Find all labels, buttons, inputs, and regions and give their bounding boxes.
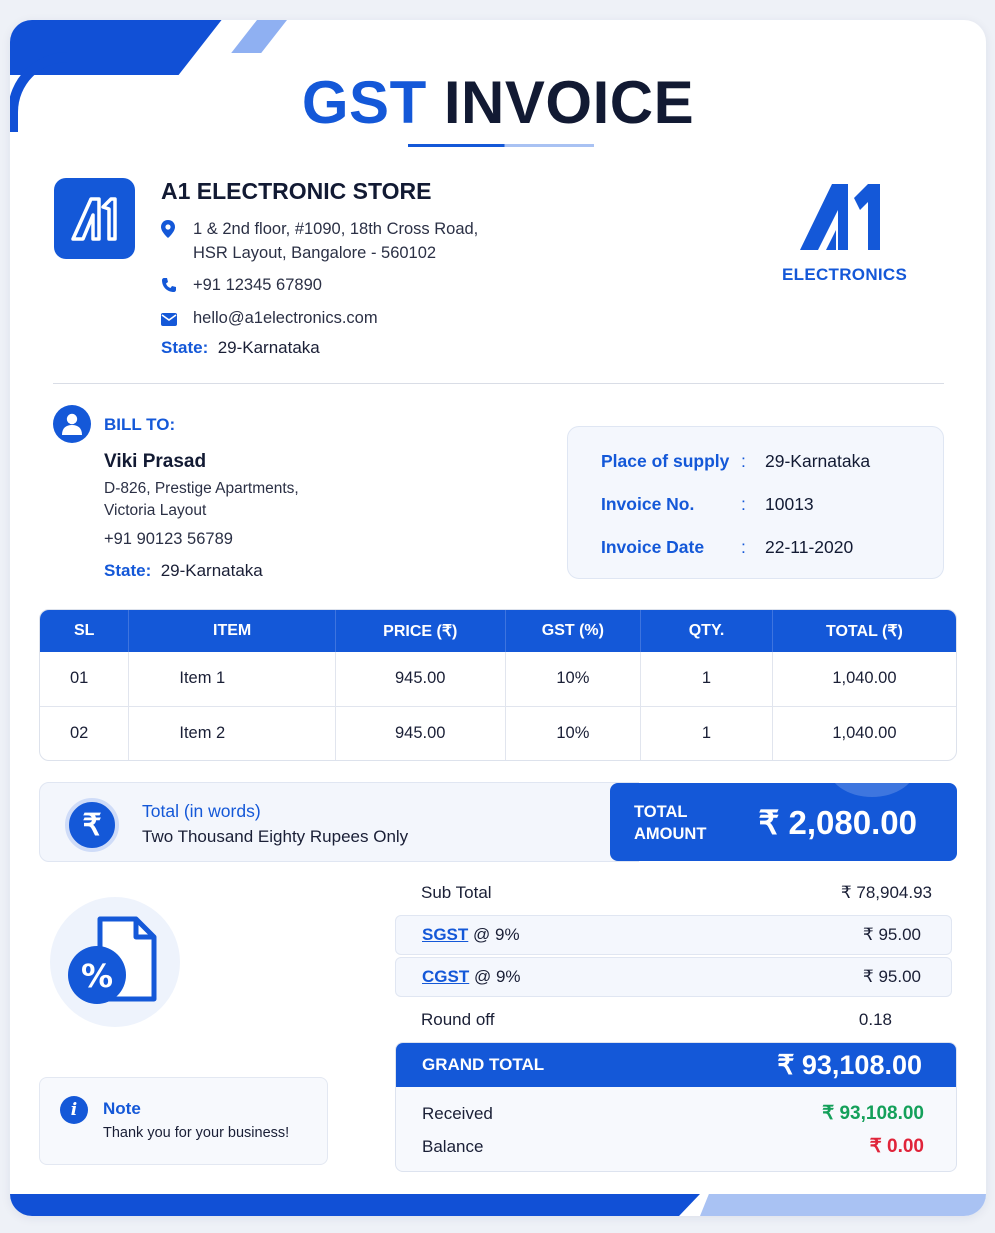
table-row: 02 Item 2 945.00 10% 1 1,040.00 xyxy=(40,705,956,760)
svg-text:%: % xyxy=(81,957,113,995)
cell-gst: 10% xyxy=(505,652,642,706)
customer-state: State: 29-Karnataka xyxy=(104,561,263,580)
cell-qty: 1 xyxy=(640,705,773,760)
total-amount-label: TOTAL AMOUNT xyxy=(634,803,707,843)
header-gst: GST (%) xyxy=(505,610,642,652)
cell-item: Item 1 xyxy=(128,652,336,706)
tax-document-icon: % xyxy=(50,897,180,1027)
cell-item: Item 2 xyxy=(128,705,336,760)
phone-icon xyxy=(161,273,193,300)
footer-decoration-light xyxy=(700,1194,986,1216)
grand-total-header: GRAND TOTAL ₹ 93,108.00 xyxy=(396,1043,956,1087)
words-value: Two Thousand Eighty Rupees Only xyxy=(142,827,409,846)
mail-icon xyxy=(161,306,193,333)
header-qty: QTY. xyxy=(640,610,773,652)
rupee-icon: ₹ xyxy=(65,798,119,852)
info-icon: i xyxy=(60,1096,88,1124)
title-underline xyxy=(408,144,594,147)
company-email: hello@a1electronics.com xyxy=(161,306,378,333)
roundoff-row: Round off 0.18 xyxy=(421,1010,892,1029)
company-logo xyxy=(54,178,135,259)
sgst-row: SGST @ 9% ₹ 95.00 xyxy=(395,915,952,955)
words-label: Total (in words) xyxy=(142,801,261,821)
header-price: PRICE (₹) xyxy=(335,610,506,652)
cell-price: 945.00 xyxy=(335,705,506,760)
items-table: SL ITEM PRICE (₹) GST (%) QTY. TOTAL (₹)… xyxy=(39,609,957,761)
customer-phone: +91 90123 56789 xyxy=(104,530,233,548)
note-title: Note xyxy=(103,1099,141,1118)
cell-sl: 01 xyxy=(40,652,130,706)
customer-address: D-826, Prestige Apartments, Victoria Lay… xyxy=(104,480,299,519)
grand-total-box: GRAND TOTAL ₹ 93,108.00 Received ₹ 93,10… xyxy=(395,1042,957,1172)
company-state: State: 29-Karnataka xyxy=(161,338,320,357)
cell-total: 1,040.00 xyxy=(772,705,956,760)
received-row: Received ₹ 93,108.00 xyxy=(422,1103,924,1124)
location-pin-icon xyxy=(161,217,193,265)
meta-place-of-supply: Place of supply : 29-Karnataka xyxy=(601,451,871,471)
note-text: Thank you for your business! xyxy=(103,1125,290,1141)
corner-decoration-light xyxy=(231,20,295,53)
subtotal-row: Sub Total ₹ 78,904.93 xyxy=(421,883,932,902)
page-title: GST INVOICE xyxy=(301,69,695,136)
amount-in-words-box: ₹ Total (in words) Two Thousand Eighty R… xyxy=(39,782,639,862)
table-header-row: SL ITEM PRICE (₹) GST (%) QTY. TOTAL (₹) xyxy=(40,610,956,652)
meta-invoice-number: Invoice No. : 10013 xyxy=(601,494,814,514)
bill-to-label: BILL TO: xyxy=(104,415,176,434)
header-total: TOTAL (₹) xyxy=(772,610,956,652)
total-amount-value: ₹ 2,080.00 xyxy=(758,804,917,841)
cell-price: 945.00 xyxy=(335,652,506,706)
meta-invoice-date: Invoice Date : 22-11-2020 xyxy=(601,537,854,557)
invoice-meta-box: Place of supply : 29-Karnataka Invoice N… xyxy=(567,426,944,579)
balance-row: Balance ₹ 0.00 xyxy=(422,1136,924,1157)
header-item: ITEM xyxy=(128,610,336,652)
sgst-link[interactable]: SGST xyxy=(422,925,468,944)
brand-logo: ELECTRONICS xyxy=(782,180,908,285)
a1-brand-icon xyxy=(800,184,880,250)
cell-total: 1,040.00 xyxy=(832,669,897,688)
cgst-row: CGST @ 9% ₹ 95.00 xyxy=(395,957,952,997)
header-sl: SL xyxy=(40,610,130,652)
total-amount-box: TOTAL AMOUNT ₹ 2,080.00 xyxy=(610,783,957,861)
company-phone: +91 12345 67890 xyxy=(161,273,322,300)
cell-gst: 10% xyxy=(505,705,642,760)
footer-decoration xyxy=(10,1194,700,1216)
cgst-link[interactable]: CGST xyxy=(422,967,469,986)
cell-sl: 02 xyxy=(40,705,130,760)
company-name: A1 ELECTRONIC STORE xyxy=(161,178,432,204)
table-row: 01 Item 1 945.00 10% 1 1,040.00 xyxy=(40,652,956,706)
customer-name: Viki Prasad xyxy=(104,451,207,472)
company-address: 1 & 2nd floor, #1090, 18th Cross Road, H… xyxy=(161,217,478,265)
brand-text: ELECTRONICS xyxy=(782,265,908,284)
note-box: i Note Thank you for your business! xyxy=(39,1077,328,1165)
section-divider xyxy=(53,383,944,384)
cell-qty: 1 xyxy=(640,652,773,706)
invoice-card: GST INVOICE A1 ELECTRONIC STORE 1 & 2nd … xyxy=(10,20,986,1216)
file-percent-icon: % xyxy=(68,916,157,1004)
user-icon xyxy=(53,405,91,443)
a1-logo-icon xyxy=(70,196,117,241)
